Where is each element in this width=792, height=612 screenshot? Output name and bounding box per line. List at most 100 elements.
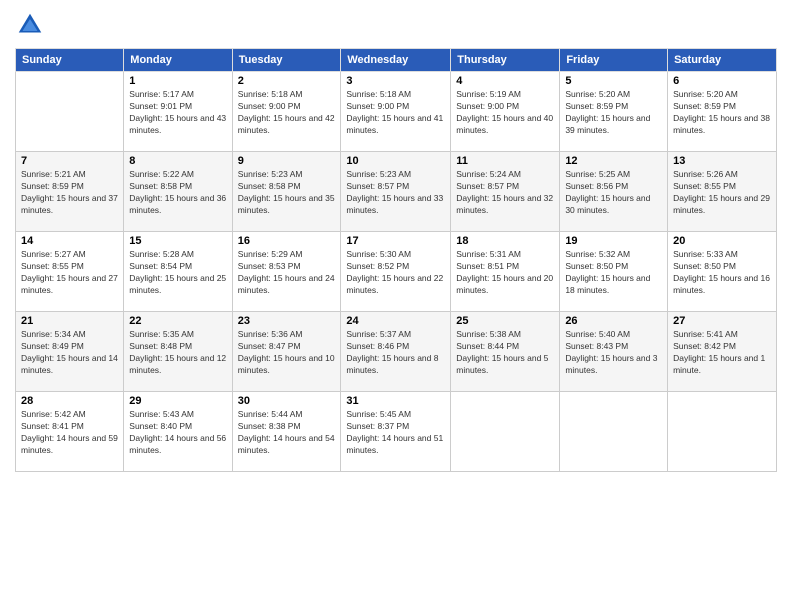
calendar-cell: 30 Sunrise: 5:44 AMSunset: 8:38 PMDayligh… bbox=[232, 392, 341, 472]
day-number: 11 bbox=[456, 155, 554, 167]
calendar-cell: 13 Sunrise: 5:26 AMSunset: 8:55 PMDayligh… bbox=[668, 152, 777, 232]
day-number: 12 bbox=[565, 155, 662, 167]
day-info: Sunrise: 5:25 AMSunset: 8:56 PMDaylight:… bbox=[565, 169, 662, 217]
calendar-cell: 7Sunrise: 5:21 AMSunset: 8:59 PMDaylight… bbox=[16, 152, 124, 232]
day-info: Sunrise: 5:26 AMSunset: 8:55 PMDaylight:… bbox=[673, 169, 771, 217]
day-info: Sunrise: 5:18 AMSunset: 9:00 PMDaylight:… bbox=[238, 89, 336, 137]
calendar-cell: 28 Sunrise: 5:42 AMSunset: 8:41 PMDayligh… bbox=[16, 392, 124, 472]
calendar-cell: 25 Sunrise: 5:38 AMSunset: 8:44 PMDayligh… bbox=[451, 312, 560, 392]
day-number: 20 bbox=[673, 235, 771, 247]
day-number: 25 bbox=[456, 315, 554, 327]
day-number: 27 bbox=[673, 315, 771, 327]
calendar-cell: 4 Sunrise: 5:19 AMSunset: 9:00 PMDaylight… bbox=[451, 72, 560, 152]
day-info: Sunrise: 5:34 AMSunset: 8:49 PMDaylight:… bbox=[21, 329, 118, 377]
day-info: Sunrise: 5:18 AMSunset: 9:00 PMDaylight:… bbox=[346, 89, 445, 137]
calendar-cell: 21 Sunrise: 5:34 AMSunset: 8:49 PMDayligh… bbox=[16, 312, 124, 392]
calendar-cell: 6Sunrise: 5:20 AMSunset: 8:59 PMDaylight… bbox=[668, 72, 777, 152]
day-number: 5 bbox=[565, 75, 662, 87]
calendar-container: SundayMondayTuesdayWednesdayThursdayFrid… bbox=[0, 0, 792, 612]
day-number: 21 bbox=[21, 315, 118, 327]
calendar-cell: 29 Sunrise: 5:43 AMSunset: 8:40 PMDayligh… bbox=[124, 392, 232, 472]
calendar-cell: 5Sunrise: 5:20 AMSunset: 8:59 PMDaylight… bbox=[560, 72, 668, 152]
day-info: Sunrise: 5:42 AMSunset: 8:41 PMDaylight:… bbox=[21, 409, 118, 457]
day-info: Sunrise: 5:17 AMSunset: 9:01 PMDaylight:… bbox=[129, 89, 226, 137]
day-info: Sunrise: 5:20 AMSunset: 8:59 PMDaylight:… bbox=[673, 89, 771, 137]
day-number: 29 bbox=[129, 395, 226, 407]
day-number: 9 bbox=[238, 155, 336, 167]
calendar-cell: 18Sunrise: 5:31 AMSunset: 8:51 PMDayligh… bbox=[451, 232, 560, 312]
calendar-cell: 17 Sunrise: 5:30 AMSunset: 8:52 PMDayligh… bbox=[341, 232, 451, 312]
weekday-header: Tuesday bbox=[232, 49, 341, 72]
calendar-week-row: 7Sunrise: 5:21 AMSunset: 8:59 PMDaylight… bbox=[16, 152, 777, 232]
logo bbox=[15, 10, 49, 40]
day-info: Sunrise: 5:36 AMSunset: 8:47 PMDaylight:… bbox=[238, 329, 336, 377]
day-number: 15 bbox=[129, 235, 226, 247]
weekday-header: Friday bbox=[560, 49, 668, 72]
calendar-cell: 20 Sunrise: 5:33 AMSunset: 8:50 PMDayligh… bbox=[668, 232, 777, 312]
day-number: 17 bbox=[346, 235, 445, 247]
calendar-week-row: 21 Sunrise: 5:34 AMSunset: 8:49 PMDayligh… bbox=[16, 312, 777, 392]
calendar-cell bbox=[560, 392, 668, 472]
day-number: 13 bbox=[673, 155, 771, 167]
calendar-cell: 16 Sunrise: 5:29 AMSunset: 8:53 PMDayligh… bbox=[232, 232, 341, 312]
calendar-cell: 19Sunrise: 5:32 AMSunset: 8:50 PMDayligh… bbox=[560, 232, 668, 312]
calendar-cell bbox=[451, 392, 560, 472]
calendar-cell: 1 Sunrise: 5:17 AMSunset: 9:01 PMDaylight… bbox=[124, 72, 232, 152]
weekday-header: Wednesday bbox=[341, 49, 451, 72]
day-info: Sunrise: 5:23 AMSunset: 8:57 PMDaylight:… bbox=[346, 169, 445, 217]
day-info: Sunrise: 5:29 AMSunset: 8:53 PMDaylight:… bbox=[238, 249, 336, 297]
day-info: Sunrise: 5:31 AMSunset: 8:51 PMDaylight:… bbox=[456, 249, 554, 297]
day-number: 2 bbox=[238, 75, 336, 87]
calendar-cell: 9 Sunrise: 5:23 AMSunset: 8:58 PMDaylight… bbox=[232, 152, 341, 232]
calendar-cell: 31 Sunrise: 5:45 AMSunset: 8:37 PMDayligh… bbox=[341, 392, 451, 472]
calendar-week-row: 28 Sunrise: 5:42 AMSunset: 8:41 PMDayligh… bbox=[16, 392, 777, 472]
day-number: 16 bbox=[238, 235, 336, 247]
calendar-table: SundayMondayTuesdayWednesdayThursdayFrid… bbox=[15, 48, 777, 472]
weekday-header: Saturday bbox=[668, 49, 777, 72]
calendar-cell: 15 Sunrise: 5:28 AMSunset: 8:54 PMDayligh… bbox=[124, 232, 232, 312]
calendar-cell: 24 Sunrise: 5:37 AMSunset: 8:46 PMDayligh… bbox=[341, 312, 451, 392]
day-number: 30 bbox=[238, 395, 336, 407]
calendar-cell: 2 Sunrise: 5:18 AMSunset: 9:00 PMDaylight… bbox=[232, 72, 341, 152]
day-number: 24 bbox=[346, 315, 445, 327]
day-info: Sunrise: 5:27 AMSunset: 8:55 PMDaylight:… bbox=[21, 249, 118, 297]
day-info: Sunrise: 5:33 AMSunset: 8:50 PMDaylight:… bbox=[673, 249, 771, 297]
day-info: Sunrise: 5:45 AMSunset: 8:37 PMDaylight:… bbox=[346, 409, 445, 457]
day-number: 23 bbox=[238, 315, 336, 327]
calendar-cell bbox=[16, 72, 124, 152]
day-info: Sunrise: 5:23 AMSunset: 8:58 PMDaylight:… bbox=[238, 169, 336, 217]
calendar-cell: 26 Sunrise: 5:40 AMSunset: 8:43 PMDayligh… bbox=[560, 312, 668, 392]
calendar-cell: 22Sunrise: 5:35 AMSunset: 8:48 PMDayligh… bbox=[124, 312, 232, 392]
day-number: 26 bbox=[565, 315, 662, 327]
logo-icon bbox=[15, 10, 45, 40]
calendar-cell: 3 Sunrise: 5:18 AMSunset: 9:00 PMDaylight… bbox=[341, 72, 451, 152]
day-number: 1 bbox=[129, 75, 226, 87]
day-number: 28 bbox=[21, 395, 118, 407]
day-info: Sunrise: 5:19 AMSunset: 9:00 PMDaylight:… bbox=[456, 89, 554, 137]
calendar-cell: 23 Sunrise: 5:36 AMSunset: 8:47 PMDayligh… bbox=[232, 312, 341, 392]
day-info: Sunrise: 5:24 AMSunset: 8:57 PMDaylight:… bbox=[456, 169, 554, 217]
day-info: Sunrise: 5:37 AMSunset: 8:46 PMDaylight:… bbox=[346, 329, 445, 377]
day-info: Sunrise: 5:32 AMSunset: 8:50 PMDaylight:… bbox=[565, 249, 662, 297]
day-number: 4 bbox=[456, 75, 554, 87]
calendar-cell: 10Sunrise: 5:23 AMSunset: 8:57 PMDayligh… bbox=[341, 152, 451, 232]
day-number: 8 bbox=[129, 155, 226, 167]
day-info: Sunrise: 5:28 AMSunset: 8:54 PMDaylight:… bbox=[129, 249, 226, 297]
day-info: Sunrise: 5:22 AMSunset: 8:58 PMDaylight:… bbox=[129, 169, 226, 217]
weekday-header: Thursday bbox=[451, 49, 560, 72]
weekday-header-row: SundayMondayTuesdayWednesdayThursdayFrid… bbox=[16, 49, 777, 72]
calendar-cell: 8 Sunrise: 5:22 AMSunset: 8:58 PMDaylight… bbox=[124, 152, 232, 232]
day-number: 31 bbox=[346, 395, 445, 407]
header bbox=[15, 10, 777, 40]
day-info: Sunrise: 5:43 AMSunset: 8:40 PMDaylight:… bbox=[129, 409, 226, 457]
day-info: Sunrise: 5:35 AMSunset: 8:48 PMDaylight:… bbox=[129, 329, 226, 377]
day-info: Sunrise: 5:38 AMSunset: 8:44 PMDaylight:… bbox=[456, 329, 554, 377]
calendar-cell: 14Sunrise: 5:27 AMSunset: 8:55 PMDayligh… bbox=[16, 232, 124, 312]
calendar-cell: 11 Sunrise: 5:24 AMSunset: 8:57 PMDayligh… bbox=[451, 152, 560, 232]
day-number: 3 bbox=[346, 75, 445, 87]
day-info: Sunrise: 5:40 AMSunset: 8:43 PMDaylight:… bbox=[565, 329, 662, 377]
calendar-week-row: 14Sunrise: 5:27 AMSunset: 8:55 PMDayligh… bbox=[16, 232, 777, 312]
day-info: Sunrise: 5:41 AMSunset: 8:42 PMDaylight:… bbox=[673, 329, 771, 377]
day-info: Sunrise: 5:44 AMSunset: 8:38 PMDaylight:… bbox=[238, 409, 336, 457]
day-info: Sunrise: 5:30 AMSunset: 8:52 PMDaylight:… bbox=[346, 249, 445, 297]
